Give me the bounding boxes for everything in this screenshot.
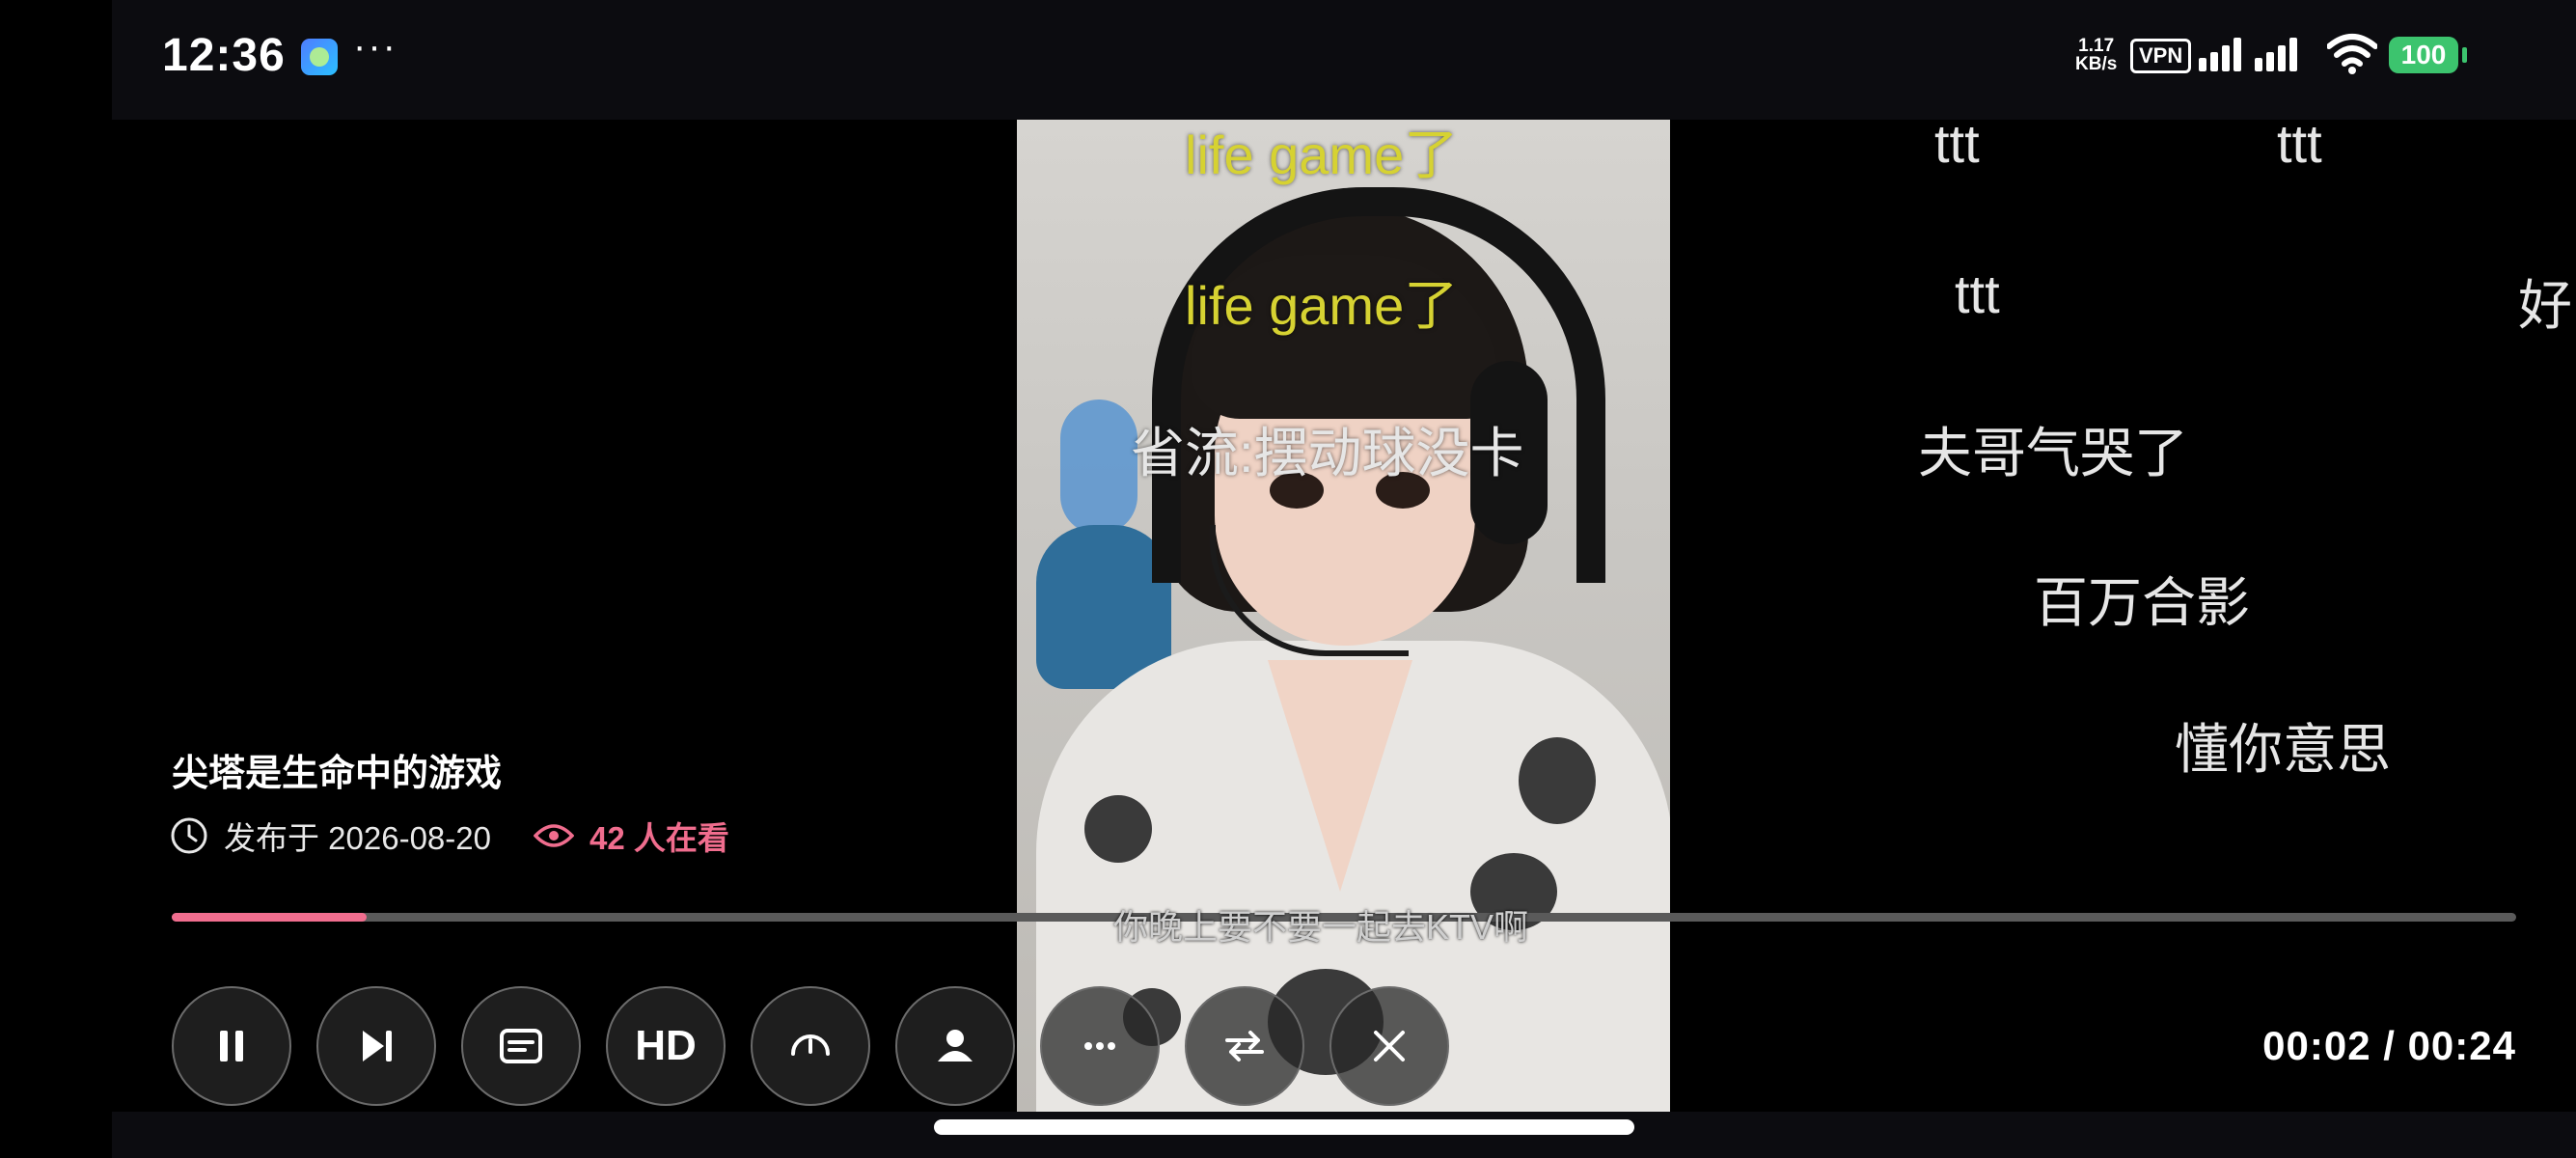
next-button[interactable] — [316, 986, 436, 1106]
more-icon — [1084, 1042, 1115, 1050]
close-button[interactable] — [1329, 986, 1449, 1106]
shirt-pattern — [1519, 737, 1596, 824]
danmaku-comment: ttt — [1934, 113, 1980, 174]
danmaku-comment: 省流:摆动球没卡 — [1131, 423, 1524, 483]
speed-button[interactable] — [751, 986, 870, 1106]
video-title: 尖塔是生命中的游戏 — [172, 754, 503, 794]
speedometer-icon — [791, 1034, 830, 1056]
loop-button[interactable] — [1185, 986, 1304, 1106]
mic-shape — [1210, 525, 1409, 656]
danmaku-comment: 百万合影 — [2034, 572, 2250, 633]
subtitles-icon — [500, 1029, 542, 1063]
more-notifications-icon: ··· — [353, 25, 397, 68]
shirt-pattern — [1084, 795, 1152, 863]
viewer-count: 42 人在看 — [533, 813, 729, 859]
video-meta: 发布于 2026-08-20 42 人在看 — [170, 813, 729, 859]
publish-date: 发布于 2026-08-20 — [224, 820, 491, 856]
danmaku-comment: 夫哥气哭了 — [1918, 423, 2188, 483]
skip-next-icon — [363, 1031, 392, 1062]
clock-icon — [171, 817, 207, 854]
network-rate: 1.17 KB/s — [2075, 37, 2117, 73]
danmaku-comment: ttt — [2277, 113, 2322, 174]
status-bar: 12:36 ··· 1.17 KB/s VPN 100 — [112, 0, 2576, 120]
time-display: 00:02 / 00:24 — [2262, 1023, 2516, 1068]
progress-fill — [172, 913, 368, 922]
battery-icon: 100 — [2389, 37, 2458, 73]
danmaku-comment: 好 — [2518, 275, 2572, 336]
pause-button[interactable] — [172, 986, 291, 1106]
person-icon — [938, 1030, 973, 1062]
lamp-shape — [1060, 400, 1137, 535]
signal-icon — [2199, 38, 2297, 71]
pause-icon — [220, 1031, 243, 1062]
home-indicator[interactable] — [934, 1119, 1634, 1135]
gallery-app-icon — [301, 39, 338, 75]
video-subtitle: 你晚上要不要一起去KTV啊 — [1113, 907, 1529, 947]
danmaku-comment: ttt — [1955, 263, 2000, 324]
danmaku-toggle-button[interactable] — [461, 986, 581, 1106]
more-button[interactable] — [1040, 986, 1160, 1106]
danmaku-comment: life game了 — [1185, 275, 1459, 336]
repeat-icon — [1225, 1031, 1264, 1062]
hd-icon: HD — [635, 1022, 697, 1069]
close-icon — [1374, 1031, 1405, 1062]
danmaku-comment: life game了 — [1185, 124, 1459, 185]
network-rate-unit: KB/s — [2075, 54, 2118, 74]
danmaku-comment: 懂你意思 — [2175, 719, 2391, 780]
viewer-count-text: 42 人在看 — [589, 820, 729, 856]
network-rate-value: 1.17 — [2078, 36, 2115, 56]
profile-button[interactable] — [895, 986, 1015, 1106]
vpn-badge: VPN — [2130, 39, 2192, 73]
status-time: 12:36 — [162, 30, 286, 81]
eye-icon — [533, 824, 574, 847]
quality-button[interactable]: HD — [606, 986, 726, 1106]
battery-tip — [2462, 47, 2467, 63]
wifi-icon — [2327, 34, 2377, 74]
